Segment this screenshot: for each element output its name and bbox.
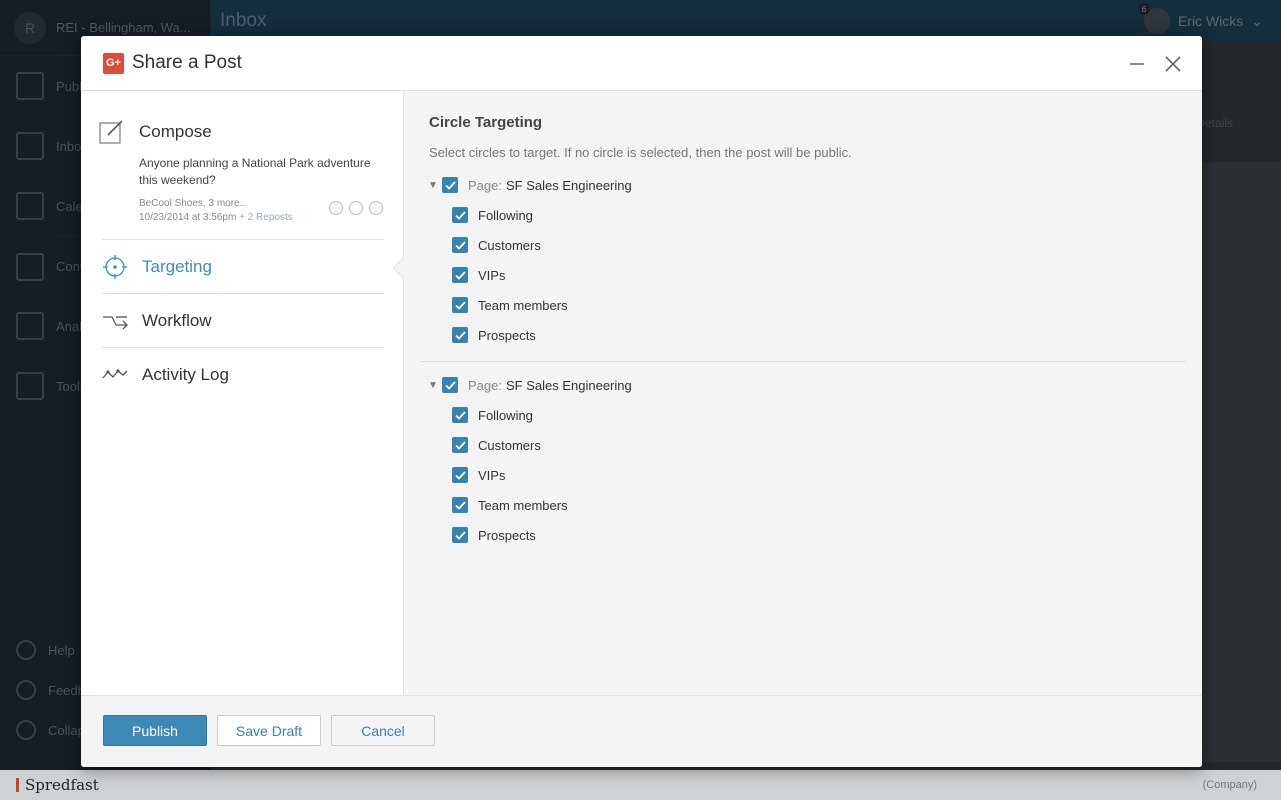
circle-row-vips[interactable]: VIPs	[428, 460, 1188, 490]
circle-row-following[interactable]: Following	[428, 400, 1188, 430]
circle-label: Team members	[478, 497, 568, 513]
circle-label: Prospects	[478, 327, 536, 343]
nav-item-label: Activity Log	[142, 364, 229, 384]
page-group: ▼ Page: SF Sales Engineering Following C…	[428, 370, 1188, 550]
compose-attachments	[329, 201, 383, 215]
page-row[interactable]: ▼ Page: SF Sales Engineering	[428, 370, 1188, 400]
circle-row-vips[interactable]: VIPs	[428, 260, 1188, 290]
checkmark-icon	[454, 470, 466, 480]
circle-label: Following	[478, 207, 533, 223]
page-label: Page:	[468, 177, 502, 193]
circle-label: Following	[478, 407, 533, 423]
activity-icon	[102, 368, 128, 378]
targeting-panel: Circle Targeting Select circles to targe…	[404, 91, 1202, 695]
page-group: ▼ Page: SF Sales Engineering Following C…	[428, 170, 1188, 350]
circle-checkbox[interactable]	[452, 497, 468, 513]
circle-checkbox[interactable]	[452, 297, 468, 313]
modal-title: Share a Post	[132, 52, 242, 73]
circle-checkbox[interactable]	[452, 467, 468, 483]
chevron-down-icon[interactable]: ▼	[428, 180, 442, 191]
circle-targeting-title: Circle Targeting	[429, 114, 543, 131]
compose-date: 10/23/2014 at 3:56pm	[139, 212, 237, 223]
checkmark-icon	[454, 440, 466, 450]
circle-label: VIPs	[478, 267, 506, 283]
chevron-down-icon[interactable]: ▼	[428, 380, 442, 391]
minimize-button[interactable]	[1125, 52, 1149, 76]
modal-footer: Publish Save Draft Cancel	[81, 695, 1202, 767]
circle-label: Team members	[478, 297, 568, 313]
nav-item-activity-log[interactable]: Activity Log	[102, 347, 384, 401]
page-row[interactable]: ▼ Page: SF Sales Engineering	[428, 170, 1188, 200]
checkmark-icon	[454, 210, 466, 220]
close-icon	[1165, 56, 1181, 72]
page-label: Page:	[468, 377, 502, 393]
circle-row-team-members[interactable]: Team members	[428, 490, 1188, 520]
publish-button[interactable]: Publish	[103, 715, 207, 746]
checkmark-icon	[454, 410, 466, 420]
modal-header: G+ Share a Post	[81, 36, 1202, 91]
footer-company: (Company)	[1202, 779, 1257, 791]
circle-checkbox[interactable]	[452, 207, 468, 223]
checkmark-icon	[454, 530, 466, 540]
nav-item-label: Targeting	[142, 256, 212, 276]
nav-item-label: Workflow	[142, 310, 212, 330]
circle-row-customers[interactable]: Customers	[428, 230, 1188, 260]
circle-checkbox[interactable]	[452, 267, 468, 283]
circle-checkbox[interactable]	[452, 407, 468, 423]
compose-reposts: + 2 Reposts	[239, 212, 293, 223]
circle-checkbox[interactable]	[452, 237, 468, 253]
circle-row-following[interactable]: Following	[428, 200, 1188, 230]
circle-checkbox[interactable]	[452, 327, 468, 343]
compose-title: Compose	[139, 122, 212, 141]
link-icon	[349, 201, 363, 215]
nav-item-workflow[interactable]: Workflow	[102, 293, 384, 347]
checkmark-icon	[454, 270, 466, 280]
footer-bar: Spredfast (Company)	[0, 770, 1281, 800]
checkmark-icon	[454, 330, 466, 340]
checkmark-icon	[454, 500, 466, 510]
checkmark-icon	[444, 180, 456, 190]
cancel-button[interactable]: Cancel	[331, 715, 435, 746]
compose-body: Anyone planning a National Park adventur…	[139, 156, 371, 187]
circle-row-prospects[interactable]: Prospects	[428, 320, 1188, 350]
tag-icon	[369, 201, 383, 215]
circle-row-prospects[interactable]: Prospects	[428, 520, 1188, 550]
page-checkbox[interactable]	[442, 177, 458, 193]
page-name: SF Sales Engineering	[505, 377, 632, 393]
compose-section[interactable]: Compose Anyone planning a National Park …	[99, 119, 385, 225]
circle-checkbox[interactable]	[452, 527, 468, 543]
circle-row-team-members[interactable]: Team members	[428, 290, 1188, 320]
circle-label: VIPs	[478, 467, 506, 483]
checkmark-icon	[444, 380, 456, 390]
footer-logo: Spredfast	[25, 776, 99, 794]
page-name: SF Sales Engineering	[505, 177, 632, 193]
circle-label: Prospects	[478, 527, 536, 543]
workflow-icon	[103, 315, 128, 329]
modal-left-panel: Compose Anyone planning a National Park …	[81, 91, 404, 695]
target-icon	[103, 254, 127, 279]
close-button[interactable]	[1161, 52, 1185, 76]
save-draft-button[interactable]: Save Draft	[217, 715, 321, 746]
circle-row-customers[interactable]: Customers	[428, 430, 1188, 460]
google-plus-icon: G+	[103, 52, 124, 74]
circle-checkbox[interactable]	[452, 437, 468, 453]
checkmark-icon	[454, 300, 466, 310]
circle-label: Customers	[478, 437, 541, 453]
compose-pencil-icon	[99, 120, 123, 144]
group-divider	[420, 361, 1186, 362]
minimize-icon	[1130, 63, 1144, 65]
circle-label: Customers	[478, 237, 541, 253]
checkmark-icon	[454, 240, 466, 250]
spredfast-logo-icon	[16, 778, 19, 792]
circle-targeting-description: Select circles to target. If no circle i…	[429, 145, 852, 160]
page-checkbox[interactable]	[442, 377, 458, 393]
paperclip-icon	[329, 201, 343, 215]
nav-item-targeting[interactable]: Targeting	[102, 239, 384, 293]
share-post-modal: G+ Share a Post Compose Anyone planning …	[81, 36, 1202, 767]
